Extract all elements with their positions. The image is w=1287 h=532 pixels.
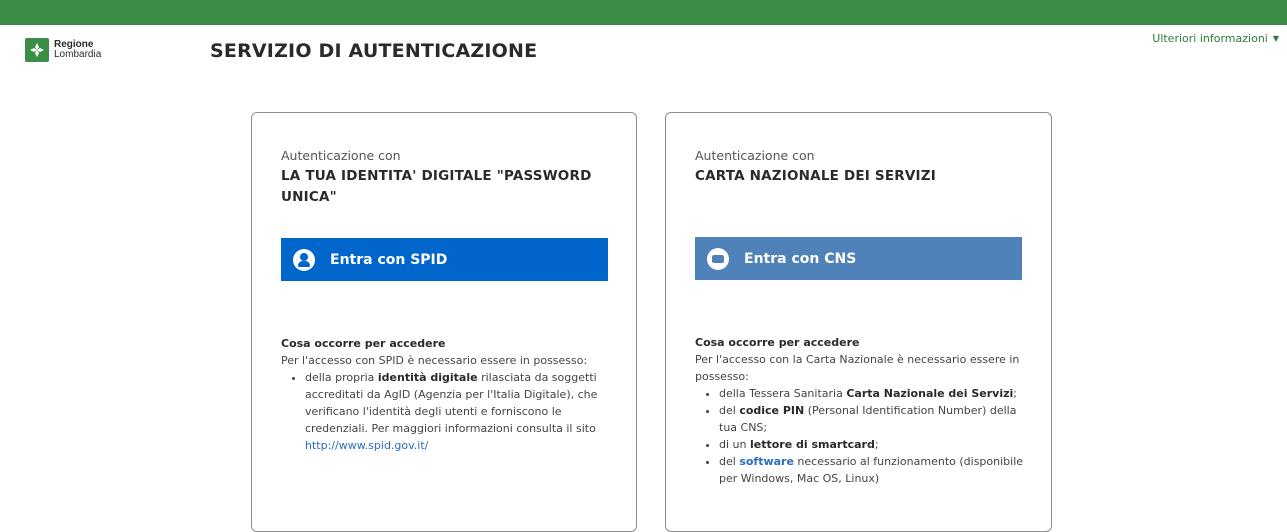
list-item: del codice PIN (Personal Identification …: [719, 402, 1025, 436]
more-info-dropdown[interactable]: Ulteriori informazioni ▼: [1152, 32, 1279, 45]
logo-text: Regione Lombardia: [54, 40, 101, 60]
spid-site-link[interactable]: http://www.spid.gov.it/: [305, 439, 428, 452]
user-icon: [293, 248, 315, 271]
list-item: della Tessera Sanitaria Carta Nazionale …: [719, 385, 1025, 402]
top-green-bar: [0, 0, 1287, 25]
list-item: del software necessario al funzionamento…: [719, 453, 1025, 487]
spid-auth-with: Autenticazione con: [281, 148, 401, 163]
cns-req-intro: Per l'accesso con la Carta Nazionale è n…: [695, 353, 1020, 383]
spid-title: LA TUA IDENTITA' DIGITALE "PASSWORD UNIC…: [281, 168, 592, 205]
list-item: di un lettore di smartcard;: [719, 436, 1025, 453]
cns-req-heading: Cosa occorre per accedere: [695, 336, 860, 349]
spid-button-label: Entra con SPID: [330, 251, 448, 268]
cns-title: CARTA NAZIONALE DEI SERVIZI: [695, 168, 936, 184]
spid-login-button[interactable]: Entra con SPID: [281, 238, 608, 281]
cns-login-button[interactable]: Entra con CNS: [695, 237, 1022, 280]
spid-card: Autenticazione con LA TUA IDENTITA' DIGI…: [251, 112, 637, 532]
cns-requirements: Cosa occorre per accedere Per l'accesso …: [695, 334, 1025, 487]
cns-card: Autenticazione con CARTA NAZIONALE DEI S…: [665, 112, 1052, 532]
card-icon: [707, 247, 729, 270]
logo-line2: Lombardia: [54, 49, 102, 60]
spid-req-heading: Cosa occorre per accedere: [281, 337, 446, 350]
regione-logo-icon: [25, 38, 49, 62]
cns-auth-with: Autenticazione con: [695, 148, 815, 163]
cns-button-label: Entra con CNS: [744, 250, 857, 267]
more-info-label: Ulteriori informazioni: [1152, 32, 1268, 45]
spid-requirements: Cosa occorre per accedere Per l'accesso …: [281, 335, 611, 454]
list-item: della propria identità digitale rilascia…: [305, 369, 611, 454]
spid-req-intro: Per l'accesso con SPID è necessario esse…: [281, 354, 588, 367]
spid-req-list: della propria identità digitale rilascia…: [305, 369, 611, 454]
regione-lombardia-logo[interactable]: Regione Lombardia: [25, 38, 101, 62]
page-title: SERVIZIO DI AUTENTICAZIONE: [210, 40, 538, 62]
software-link[interactable]: software: [739, 455, 794, 468]
chevron-down-icon: ▼: [1272, 34, 1279, 43]
cns-req-list: della Tessera Sanitaria Carta Nazionale …: [719, 385, 1025, 487]
